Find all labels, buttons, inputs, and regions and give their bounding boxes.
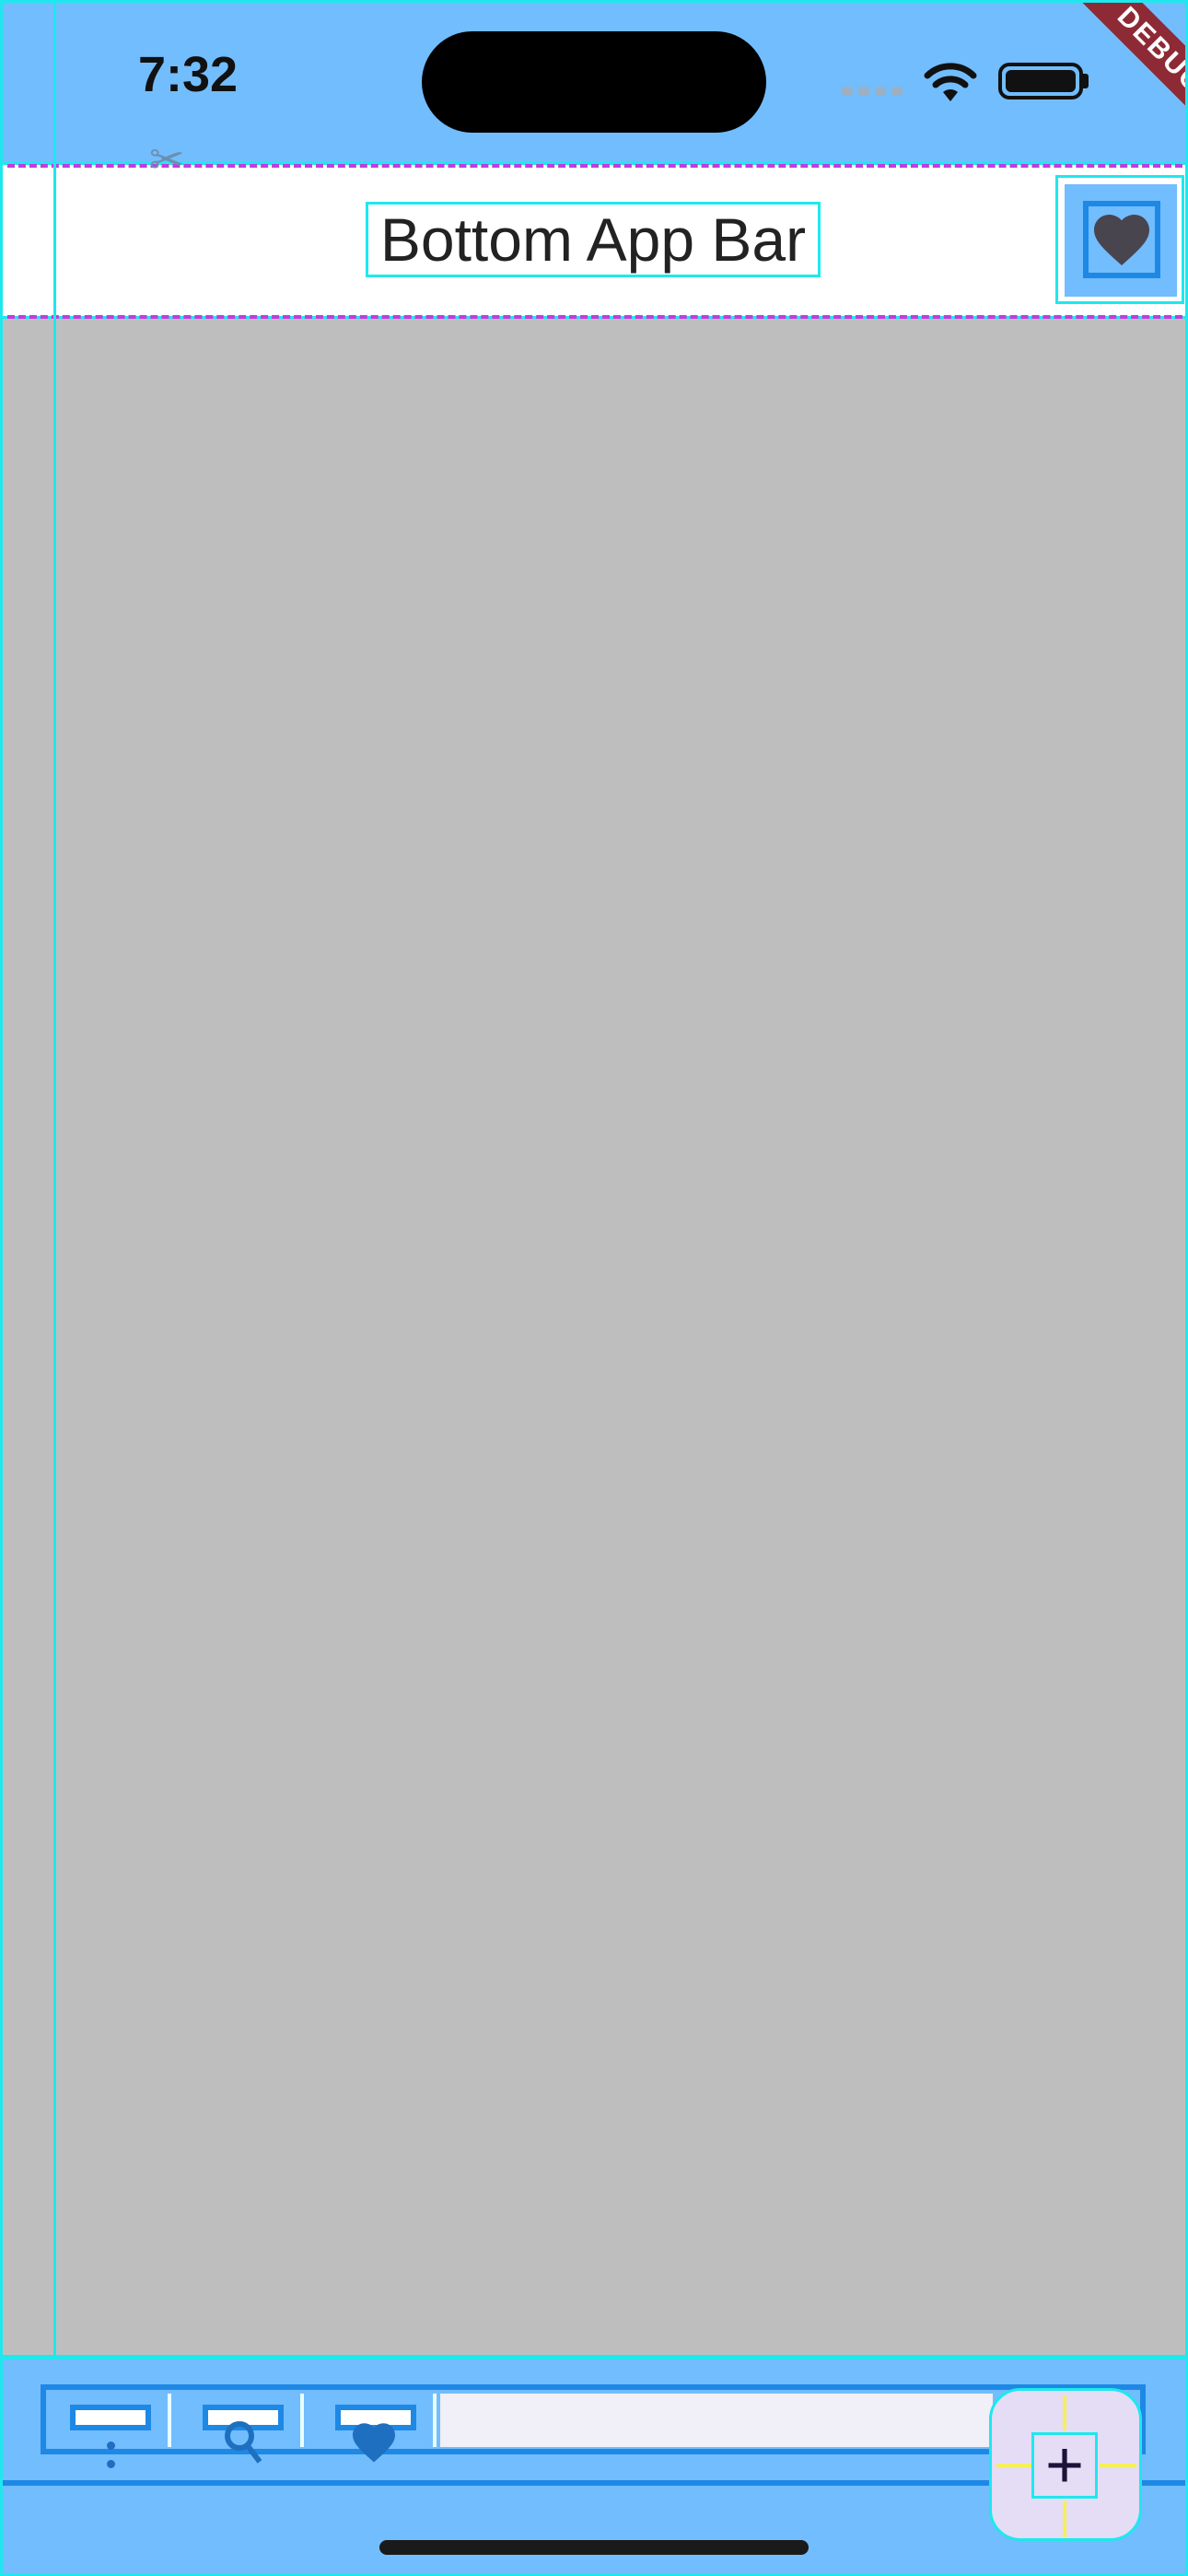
screen-frame (0, 0, 1188, 2576)
layout-guide (53, 0, 56, 2576)
scissors-icon: ✂ (149, 135, 185, 183)
heart-icon (1083, 201, 1160, 278)
dynamic-island (422, 31, 766, 133)
constraint-arrow (1063, 2500, 1066, 2537)
debug-banner: DEBUG (1031, 0, 1188, 157)
more-button-box (70, 2405, 151, 2430)
debug-label: DEBUG (1060, 0, 1188, 151)
bottom-bar-spacer (440, 2394, 993, 2447)
more-vert-icon (107, 2441, 116, 2469)
search-icon (221, 2419, 262, 2465)
clip-guide-bottom (7, 315, 1182, 319)
constraint-arrow (1100, 2464, 1136, 2467)
constraint-arrow (996, 2464, 1031, 2467)
signal-dot (891, 87, 903, 96)
signal-dot (858, 87, 869, 96)
status-time: 7:32 (138, 47, 239, 102)
heart-icon (346, 2421, 402, 2464)
signal-dot (842, 87, 853, 96)
wifi-icon (923, 59, 978, 103)
signal-dot (875, 87, 886, 96)
page-title: Bottom App Bar (379, 205, 807, 274)
home-indicator[interactable] (379, 2540, 809, 2555)
constraint-arrow (1063, 2395, 1066, 2430)
plus-icon: + (1044, 2429, 1085, 2502)
